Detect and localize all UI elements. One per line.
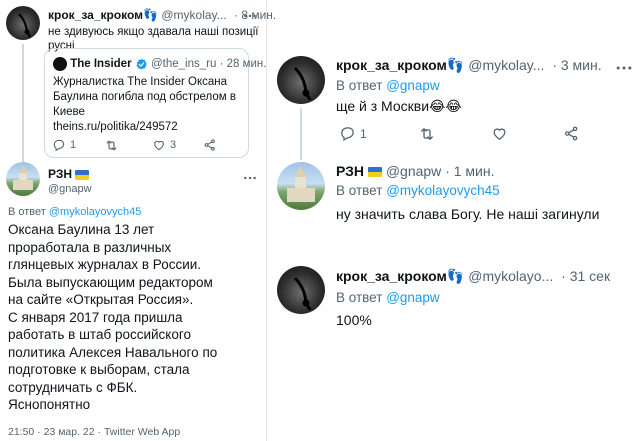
avatar-figure	[293, 66, 312, 101]
reply-context: В ответ @gnapw	[336, 290, 440, 305]
more-dots-icon[interactable]	[242, 8, 258, 24]
quote-link[interactable]: theins.ru/politika/249572	[53, 120, 236, 135]
tweet-text-line: подготовке к выборам, стала	[8, 362, 190, 377]
tweet-text-line: Оксана Баулина 13 лет	[8, 222, 155, 237]
avatar[interactable]	[277, 56, 325, 104]
avatar[interactable]	[6, 162, 40, 196]
tweet-text-line: проработала в различных	[8, 239, 172, 255]
tweet-header: РЗН	[48, 167, 90, 181]
like-button[interactable]	[491, 125, 508, 142]
avatar[interactable]	[277, 162, 325, 210]
reply-button[interactable]: 1	[339, 125, 367, 142]
display-name[interactable]: РЗН	[48, 167, 72, 181]
avatar[interactable]	[6, 6, 40, 40]
panel-divider	[266, 0, 267, 441]
share-button[interactable]	[563, 125, 580, 142]
like-button[interactable]: 3	[152, 138, 176, 152]
reply-to-link[interactable]: @mykolayovych45	[386, 183, 500, 198]
like-count: 3	[170, 139, 177, 151]
tweet-text-line: глянцевых журналах в России.	[8, 257, 202, 272]
reply-to-link[interactable]: @mykolayovych45	[49, 206, 141, 218]
share-button[interactable]	[203, 138, 217, 152]
tweet-text-line: С января 2017 года пришла	[8, 309, 183, 325]
tweet-meta[interactable]: 21:50 · 23 мар. 22 · Twitter Web App	[8, 426, 180, 438]
timestamp[interactable]: · 31 сек	[561, 268, 610, 284]
reply-count: 1	[70, 139, 77, 151]
reply-to-link[interactable]: @gnapw	[386, 78, 440, 93]
quote-header: The Insider @the_ins_ru · 28 мин.	[53, 57, 266, 71]
display-name[interactable]: крок_за_кроком👣	[336, 268, 464, 284]
like-icon	[491, 125, 508, 142]
reply-context: В ответ @mykolayovych45	[8, 206, 141, 218]
quote-name: The Insider	[70, 58, 132, 71]
retweet-button[interactable]	[104, 138, 119, 153]
tweet-header: РЗН @gnapw · 1 мин.	[336, 163, 494, 179]
display-name[interactable]: крок_за_кроком👣	[48, 8, 158, 22]
quote-time: · 28 мин.	[219, 58, 267, 71]
tweet-text-line: не здивуюсь якщо здавала наші позиції	[48, 26, 259, 38]
like-icon	[152, 138, 166, 152]
reply-context: В ответ @mykolayovych45	[336, 183, 500, 198]
tweet-text-line: политика Алексея Навального по	[8, 344, 218, 360]
reply-count: 1	[360, 126, 367, 141]
quote-handle: @the_ins_ru	[150, 58, 217, 71]
tweet-text: 100%	[336, 312, 372, 328]
thread-line	[300, 108, 302, 160]
tweet-text-line: Яснопонятно	[8, 397, 91, 412]
quote-line: Баулина погибла под обстрелом в	[53, 91, 237, 103]
verified-badge-icon	[135, 58, 148, 71]
more-dots-icon[interactable]	[242, 170, 258, 186]
retweet-button[interactable]	[418, 125, 436, 143]
avatar-church-figure	[287, 166, 315, 202]
ukraine-flag-icon	[75, 169, 90, 180]
tweet-text-line: сотрудничать с ФБК.	[8, 379, 138, 395]
tweet-text: ще й з Москви😂😂	[336, 98, 462, 114]
quote-line: Киеве	[53, 106, 85, 118]
quote-text: Журналистка The Insider Оксана Баулина п…	[53, 75, 236, 135]
handle[interactable]: @mykolayo...	[468, 268, 553, 284]
tweet-header: крок_за_кроком👣 @mykolayo... · 31 сек	[336, 268, 610, 285]
avatar-church-figure	[13, 165, 33, 190]
reply-prefix: В ответ	[8, 206, 46, 218]
timestamp[interactable]: · 1 мин.	[445, 163, 494, 179]
reply-context: В ответ @gnapw	[336, 78, 440, 93]
display-name[interactable]: РЗН	[336, 163, 364, 179]
handle[interactable]: @mykolay...	[161, 8, 226, 22]
handle[interactable]: @gnapw	[48, 183, 92, 195]
reply-button[interactable]: 1	[52, 138, 76, 152]
avatar-figure	[18, 13, 32, 38]
avatar[interactable]	[277, 266, 325, 314]
handle[interactable]: @mykolay...	[468, 57, 544, 73]
tweet-text-line: работать в штаб российского	[8, 327, 191, 342]
retweet-icon	[418, 125, 436, 143]
tweet-text: ну значить слава Богу. Не наші загинули	[336, 206, 600, 222]
tweet-text-line: на сайте «Открытая Россия».	[8, 292, 194, 307]
tweet-header: крок_за_кроком👣 @mykolay... · 3 мин.	[336, 57, 602, 74]
timestamp[interactable]: · 3 мин.	[552, 57, 601, 73]
reply-to-link[interactable]: @gnapw	[386, 290, 440, 305]
thread-line	[22, 44, 24, 162]
handle[interactable]: @gnapw	[386, 163, 441, 179]
tweet-text-line: Была выпускающим редактором	[8, 274, 213, 290]
tweet-text: Оксана Баулина 13 лет проработала в разл…	[8, 221, 217, 414]
reply-icon	[52, 138, 66, 152]
reply-icon	[339, 125, 356, 142]
quote-line: Журналистка The Insider Оксана	[53, 76, 227, 88]
share-icon	[203, 138, 217, 152]
quote-avatar	[53, 57, 67, 71]
reply-prefix: В ответ	[336, 290, 383, 305]
retweet-icon	[104, 138, 119, 153]
share-icon	[563, 125, 580, 142]
display-name[interactable]: крок_за_кроком👣	[336, 57, 464, 73]
ukraine-flag-icon	[367, 167, 382, 178]
avatar-figure	[293, 276, 312, 311]
reply-prefix: В ответ	[336, 78, 383, 93]
more-dots-icon[interactable]	[614, 58, 634, 78]
reply-prefix: В ответ	[336, 183, 383, 198]
